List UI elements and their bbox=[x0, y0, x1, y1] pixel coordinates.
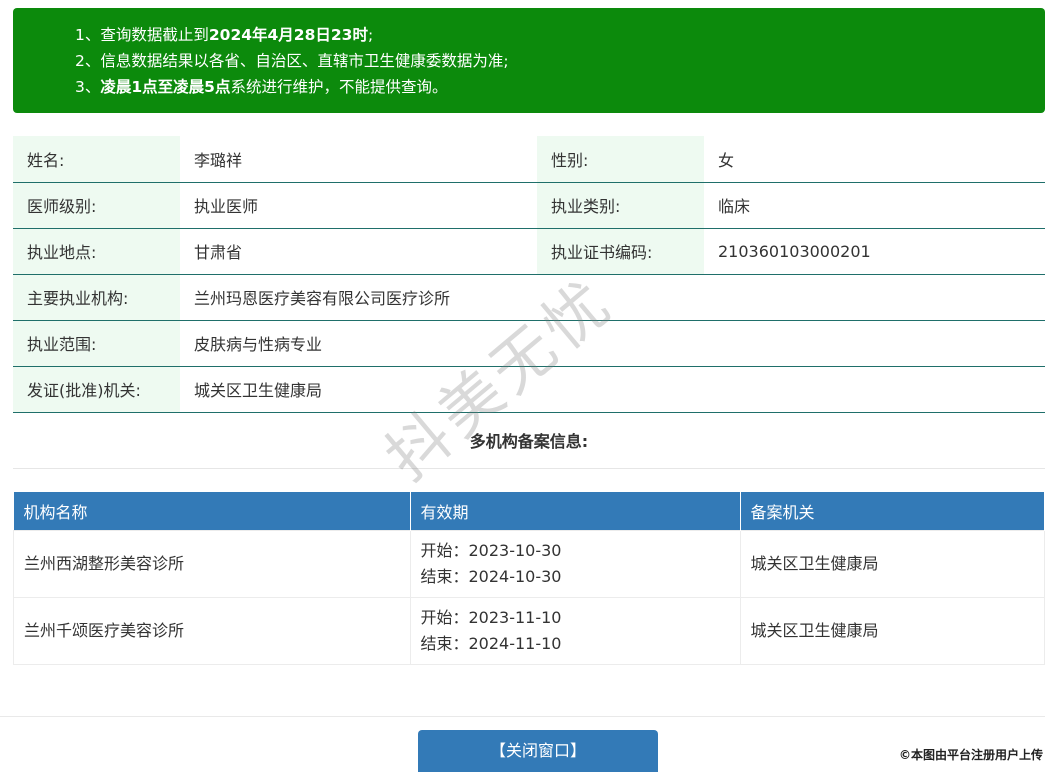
validity-period: 开始：2023-10-30 结束：2024-10-30 bbox=[409, 530, 741, 598]
info-row: 姓名: 李璐祥 性别: 女 bbox=[13, 136, 1045, 183]
issuer-value: 城关区卫生健康局 bbox=[180, 366, 1045, 413]
notice-banner: 1、查询数据截止到2024年4月28日23时; 2、信息数据结果以各省、自治区、… bbox=[13, 8, 1045, 113]
validity-period: 开始：2023-11-10 结束：2024-11-10 bbox=[409, 597, 741, 665]
info-row: 主要执业机构: 兰州玛恩医疗美容有限公司医疗诊所 bbox=[13, 274, 1045, 321]
doctor-info-table: 姓名: 李璐祥 性别: 女 医师级别: 执业医师 执业类别: 临床 执业地点: … bbox=[13, 136, 1045, 413]
gender-label: 性别: bbox=[537, 136, 704, 183]
level-value: 执业医师 bbox=[180, 182, 537, 229]
table-header-row: 机构名称 有效期 备案机关 bbox=[13, 492, 1045, 531]
name-value: 李璐祥 bbox=[180, 136, 537, 183]
cert-value: 210360103000201 bbox=[704, 228, 1045, 275]
scope-label: 执业范围: bbox=[13, 320, 180, 367]
filing-authority: 城关区卫生健康局 bbox=[739, 530, 1045, 598]
location-value: 甘肃省 bbox=[180, 228, 537, 275]
multi-institution-title: 多机构备案信息: bbox=[13, 416, 1045, 469]
info-row: 执业地点: 甘肃省 执业证书编码: 210360103000201 bbox=[13, 228, 1045, 275]
institution-table: 机构名称 有效期 备案机关 兰州西湖整形美容诊所 开始：2023-10-30 结… bbox=[13, 492, 1045, 665]
notice-line-2: 2、信息数据结果以各省、自治区、直辖市卫生健康委数据为准; bbox=[75, 52, 509, 70]
table-row: 兰州千颂医疗美容诊所 开始：2023-11-10 结束：2024-11-10 城… bbox=[13, 597, 1045, 665]
divider bbox=[0, 716, 1045, 717]
institution-name: 兰州千颂医疗美容诊所 bbox=[13, 597, 411, 665]
validity-end: 结束：2024-11-10 bbox=[420, 634, 562, 653]
org-label: 主要执业机构: bbox=[13, 274, 180, 321]
category-label: 执业类别: bbox=[537, 182, 704, 229]
org-value: 兰州玛恩医疗美容有限公司医疗诊所 bbox=[180, 274, 1045, 321]
validity-start: 开始：2023-11-10 bbox=[420, 608, 562, 627]
info-row: 发证(批准)机关: 城关区卫生健康局 bbox=[13, 366, 1045, 413]
col-header-validity: 有效期 bbox=[410, 492, 741, 531]
category-value: 临床 bbox=[704, 182, 1045, 229]
scope-value: 皮肤病与性病专业 bbox=[180, 320, 1045, 367]
table-row: 兰州西湖整形美容诊所 开始：2023-10-30 结束：2024-10-30 城… bbox=[13, 530, 1045, 598]
info-row: 执业范围: 皮肤病与性病专业 bbox=[13, 320, 1045, 367]
info-row: 医师级别: 执业医师 执业类别: 临床 bbox=[13, 182, 1045, 229]
cert-label: 执业证书编码: bbox=[537, 228, 704, 275]
gender-value: 女 bbox=[704, 136, 1045, 183]
notice-line-1: 1、查询数据截止到2024年4月28日23时; bbox=[75, 26, 374, 44]
level-label: 医师级别: bbox=[13, 182, 180, 229]
location-label: 执业地点: bbox=[13, 228, 180, 275]
upload-source-note: ©本图由平台注册用户上传 bbox=[898, 748, 1043, 762]
name-label: 姓名: bbox=[13, 136, 180, 183]
col-header-institution: 机构名称 bbox=[13, 492, 411, 531]
close-window-button[interactable]: 【关闭窗口】 bbox=[418, 730, 658, 772]
issuer-label: 发证(批准)机关: bbox=[13, 366, 180, 413]
institution-name: 兰州西湖整形美容诊所 bbox=[13, 530, 411, 598]
validity-start: 开始：2023-10-30 bbox=[420, 541, 562, 560]
filing-authority: 城关区卫生健康局 bbox=[739, 597, 1045, 665]
col-header-authority: 备案机关 bbox=[740, 492, 1045, 531]
validity-end: 结束：2024-10-30 bbox=[420, 567, 562, 586]
notice-line-3: 3、凌晨1点至凌晨5点系统进行维护，不能提供查询。 bbox=[75, 78, 448, 96]
